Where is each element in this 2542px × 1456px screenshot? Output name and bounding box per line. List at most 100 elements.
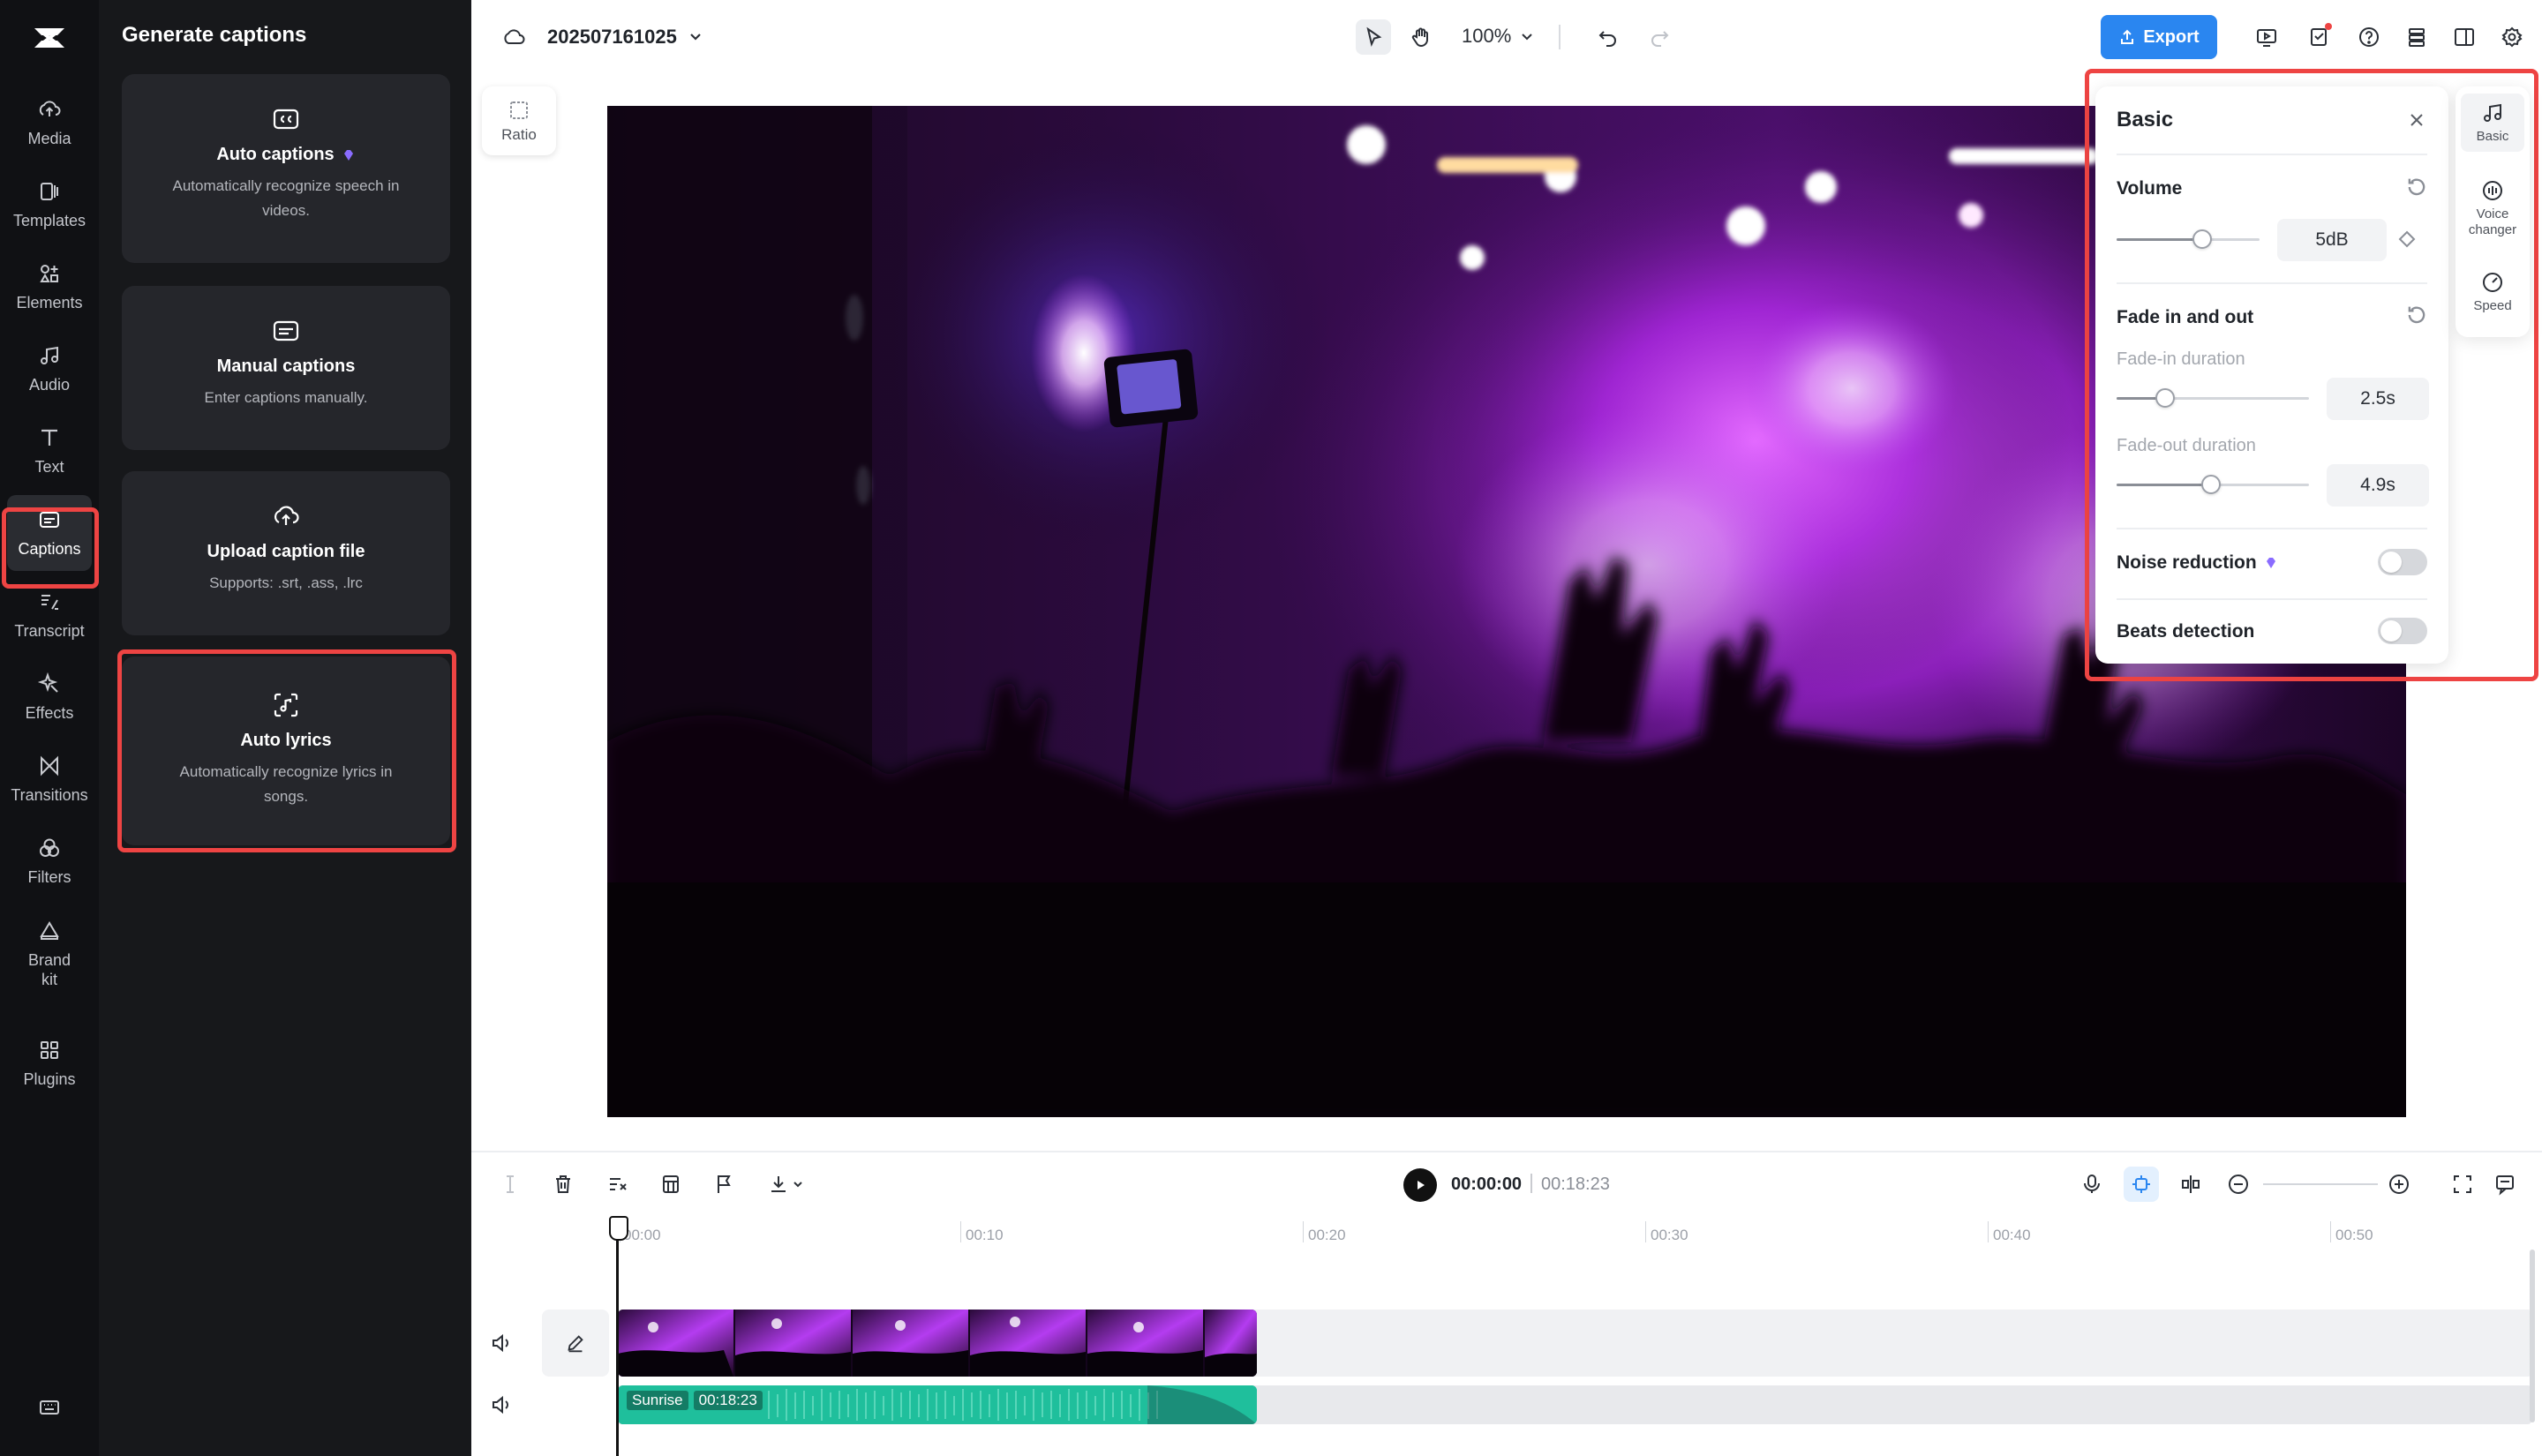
nav-item-text[interactable]: Text [7, 413, 92, 489]
card-desc: Supports: .srt, .ass, .lrc [174, 571, 398, 596]
noise-reduction-label: Noise reduction [2117, 552, 2257, 574]
split-tool-button[interactable] [493, 1167, 528, 1202]
timeline-zoom-slider[interactable] [2263, 1183, 2378, 1185]
tab-speed[interactable]: Speed [2461, 263, 2524, 321]
layers-button[interactable] [2399, 19, 2434, 55]
trash-icon [551, 1172, 575, 1197]
video-clip[interactable] [618, 1310, 1257, 1377]
reset-icon[interactable] [2404, 175, 2429, 199]
freeze-frame-button[interactable] [653, 1167, 688, 1202]
card-title: Upload caption file [207, 542, 365, 562]
nav-item-elements[interactable]: Elements [7, 249, 92, 325]
record-voice-button[interactable] [2074, 1167, 2110, 1202]
captions-panel: Generate captions Auto captions Automati… [99, 0, 471, 1456]
premium-diamond-icon [342, 148, 356, 162]
keyframe-diamond-icon[interactable] [2397, 229, 2417, 249]
noise-reduction-toggle[interactable] [2378, 549, 2427, 575]
play-button[interactable] [1403, 1168, 1437, 1202]
fade-in-slider-knob[interactable] [2155, 388, 2175, 408]
fade-label: Fade in and out [2117, 307, 2253, 328]
card-title-text: Auto captions [216, 145, 334, 165]
layout-toggle-button[interactable] [2447, 19, 2482, 55]
review-button[interactable] [2302, 19, 2337, 55]
ratio-button[interactable]: Ratio [482, 86, 556, 155]
volume-slider-fill [2117, 238, 2202, 241]
manual-captions-card[interactable]: Manual captions Enter captions manually. [122, 286, 450, 450]
comment-button[interactable] [2487, 1167, 2523, 1202]
fade-out-slider[interactable] [2117, 484, 2309, 486]
marker-button[interactable] [706, 1167, 741, 1202]
delete-button[interactable] [545, 1167, 581, 1202]
video-track-mute-button[interactable] [484, 1325, 519, 1361]
tab-basic[interactable]: Basic [2461, 94, 2524, 152]
chevron-down-icon [791, 1177, 805, 1191]
noise-reduction-row: Noise reduction [2117, 552, 2278, 574]
split-view-icon [2178, 1172, 2203, 1197]
timeline-scrollbar[interactable] [2530, 1250, 2535, 1422]
magnet-link-icon [2129, 1172, 2154, 1197]
undo-button[interactable] [1591, 19, 1626, 55]
auto-captions-card[interactable]: Auto captions Automatically recognize sp… [122, 74, 450, 263]
audio-clip[interactable]: Sunrise 00:18:23 [618, 1385, 1257, 1424]
close-button[interactable] [2401, 104, 2433, 136]
panel-title: Generate captions [122, 23, 306, 48]
timeline-ruler[interactable]: 00:00 00:10 00:20 00:30 00:40 00:50 [471, 1218, 2542, 1253]
nav-item-plugins[interactable]: Plugins [7, 1025, 92, 1101]
cloud-sync-button[interactable] [496, 19, 531, 55]
properties-title: Basic [2117, 108, 2173, 132]
layers-icon [2404, 25, 2429, 49]
nav-item-filters[interactable]: Filters [7, 823, 92, 899]
zoom-in-button[interactable] [2381, 1167, 2417, 1202]
tab-voice-changer[interactable]: Voice changer [2461, 171, 2524, 245]
volume-slider[interactable] [2117, 238, 2260, 241]
auto-lyrics-card[interactable]: Auto lyrics Automatically recognize lyri… [122, 657, 450, 845]
tab-label: Speed [2473, 298, 2511, 314]
audio-track-mute-button[interactable] [484, 1387, 519, 1422]
beats-detection-toggle[interactable] [2378, 618, 2427, 644]
auto-snap-button[interactable] [2124, 1167, 2159, 1202]
keyboard-shortcuts-button[interactable] [7, 1373, 92, 1449]
fit-timeline-button[interactable] [2445, 1167, 2480, 1202]
download-menu-button[interactable] [759, 1167, 812, 1202]
divider [2117, 598, 2427, 600]
settings-button[interactable] [2494, 19, 2530, 55]
ratio-label: Ratio [501, 126, 537, 144]
zoom-select[interactable]: 100% [1462, 25, 1536, 48]
present-button[interactable] [2249, 19, 2284, 55]
pencil-icon [564, 1332, 587, 1355]
reset-icon[interactable] [2404, 303, 2429, 327]
playhead[interactable] [616, 1218, 619, 1456]
fade-in-input[interactable]: 2.5s [2327, 378, 2429, 420]
capcut-logo-icon[interactable] [29, 18, 70, 58]
detach-audio-icon [605, 1172, 630, 1197]
volume-input[interactable]: 5dB [2277, 219, 2387, 261]
detach-audio-button[interactable] [600, 1167, 636, 1202]
nav-item-transitions[interactable]: Transitions [7, 741, 92, 817]
nav-label: Audio [29, 375, 70, 394]
nav-item-audio[interactable]: Audio [7, 331, 92, 407]
nav-item-effects[interactable]: Effects [7, 659, 92, 735]
nav-item-templates[interactable]: Templates [7, 167, 92, 243]
speed-icon [2480, 270, 2505, 295]
select-tool-button[interactable] [1356, 19, 1391, 55]
project-name[interactable]: 202507161025 [547, 26, 677, 49]
help-button[interactable] [2351, 19, 2387, 55]
project-menu-button[interactable] [678, 19, 713, 55]
hand-tool-button[interactable] [1403, 19, 1439, 55]
edit-cover-button[interactable] [542, 1310, 609, 1377]
nav-item-media[interactable]: Media [7, 85, 92, 161]
fade-out-input[interactable]: 4.9s [2327, 464, 2429, 507]
fade-out-slider-knob[interactable] [2201, 475, 2221, 494]
flag-icon [711, 1172, 736, 1197]
tick-label: 00:20 [1308, 1227, 1346, 1244]
split-view-button[interactable] [2173, 1167, 2208, 1202]
nav-item-transcript[interactable]: Transcript [7, 577, 92, 653]
fade-in-slider[interactable] [2117, 397, 2309, 400]
nav-item-brand-kit[interactable]: Brand kit [7, 905, 92, 1002]
export-button[interactable]: Export [2101, 15, 2217, 59]
upload-caption-card[interactable]: Upload caption file Supports: .srt, .ass… [122, 471, 450, 635]
zoom-out-button[interactable] [2221, 1167, 2256, 1202]
volume-slider-knob[interactable] [2192, 229, 2212, 249]
redo-button[interactable] [1642, 19, 1677, 55]
nav-item-captions[interactable]: Captions [7, 495, 92, 571]
